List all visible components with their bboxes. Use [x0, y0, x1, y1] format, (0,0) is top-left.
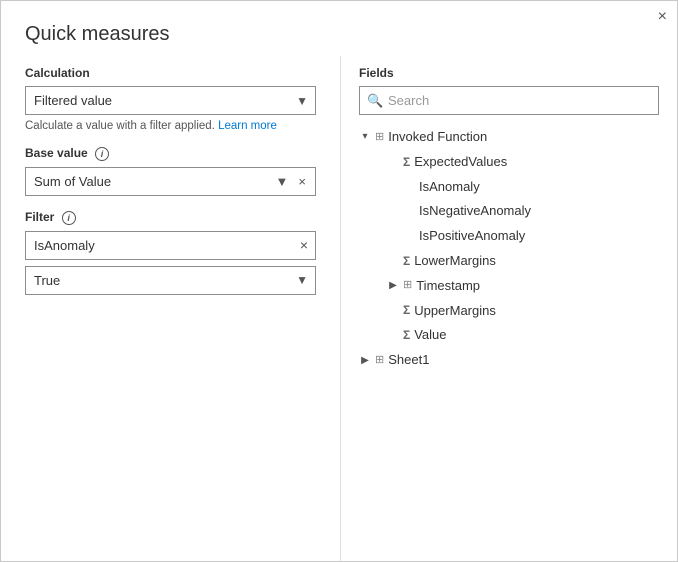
sheet1-label: Sheet1 — [388, 350, 429, 371]
filter-label: Filter i — [25, 210, 316, 225]
calculation-label: Calculation — [25, 66, 316, 80]
upper-margins-sigma-icon: Σ — [403, 301, 410, 320]
timestamp-label: Timestamp — [416, 276, 480, 297]
value-sigma-icon: Σ — [403, 326, 410, 345]
search-wrapper: 🔍 — [359, 86, 659, 115]
base-value-icons: ▼ × — [273, 173, 315, 190]
calculation-hint: Calculate a value with a filter applied.… — [25, 120, 316, 132]
tree-item-upper-margins[interactable]: Σ UpperMargins — [387, 299, 659, 324]
tree-item-sheet1[interactable]: ▶ ⊞ Sheet1 — [359, 348, 659, 373]
quick-measures-dialog: × Quick measures Calculation Filtered va… — [0, 0, 678, 562]
is-positive-anomaly-label: IsPositiveAnomaly — [419, 226, 525, 247]
close-button[interactable]: × — [658, 9, 667, 25]
dialog-body: Calculation Filtered valueAverage per ca… — [1, 56, 677, 561]
base-value-dropdown-button[interactable]: ▼ — [273, 173, 292, 190]
filter-field-wrapper: × — [25, 231, 316, 260]
tree-item-timestamp[interactable]: ▶ ⊞ Timestamp — [387, 274, 659, 299]
base-value-info-icon: i — [95, 147, 109, 161]
expected-values-sigma-icon: Σ — [403, 153, 410, 172]
lower-margins-sigma-icon: Σ — [403, 252, 410, 271]
lower-margins-label: LowerMargins — [414, 251, 496, 272]
invoked-function-table-icon: ⊞ — [375, 129, 384, 147]
value-label: Value — [414, 325, 446, 346]
calculation-dropdown-wrapper: Filtered valueAverage per categoryVarian… — [25, 86, 316, 115]
tree-item-value[interactable]: Σ Value — [387, 323, 659, 348]
dialog-title: Quick measures — [1, 1, 677, 56]
base-value-clear-button[interactable]: × — [295, 173, 309, 190]
invoked-function-children: Σ ExpectedValues IsAnomaly IsNegativeAno… — [359, 150, 659, 348]
right-panel: Fields 🔍 ▾ ⊞ Invoked Function Σ — [341, 56, 677, 561]
base-value-text: Sum of Value — [26, 168, 273, 195]
upper-margins-label: UpperMargins — [414, 301, 496, 322]
filter-value-dropdown-wrapper: TrueFalse ▼ — [25, 266, 316, 295]
tree-item-is-positive-anomaly[interactable]: IsPositiveAnomaly — [403, 224, 659, 249]
fields-label: Fields — [359, 66, 659, 80]
fields-tree: ▾ ⊞ Invoked Function Σ ExpectedValues — [359, 125, 659, 373]
base-value-label: Base value i — [25, 146, 316, 161]
expected-values-label: ExpectedValues — [414, 152, 507, 173]
tree-item-expected-values[interactable]: Σ ExpectedValues — [387, 150, 659, 175]
is-negative-anomaly-label: IsNegativeAnomaly — [419, 201, 531, 222]
tree-item-is-negative-anomaly[interactable]: IsNegativeAnomaly — [403, 199, 659, 224]
timestamp-expand-icon: ▶ — [387, 278, 399, 294]
filter-info-icon: i — [62, 211, 76, 225]
sheet1-expand-icon: ▶ — [359, 353, 371, 369]
learn-more-link[interactable]: Learn more — [218, 120, 277, 132]
invoked-function-expand-icon: ▾ — [359, 129, 371, 145]
left-panel: Calculation Filtered valueAverage per ca… — [1, 56, 341, 561]
tree-item-is-anomaly[interactable]: IsAnomaly — [403, 175, 659, 200]
search-input[interactable] — [359, 86, 659, 115]
invoked-function-label: Invoked Function — [388, 127, 487, 148]
filter-field-input[interactable] — [25, 231, 316, 260]
sheet1-table-icon: ⊞ — [375, 352, 384, 370]
filter-value-select[interactable]: TrueFalse — [25, 266, 316, 295]
timestamp-table-icon: ⊞ — [403, 277, 412, 295]
calculation-select[interactable]: Filtered valueAverage per categoryVarian… — [25, 86, 316, 115]
base-value-wrapper[interactable]: Sum of Value ▼ × — [25, 167, 316, 196]
filter-field-clear-button[interactable]: × — [300, 238, 308, 252]
is-anomaly-label: IsAnomaly — [419, 177, 480, 198]
tree-item-invoked-function[interactable]: ▾ ⊞ Invoked Function — [359, 125, 659, 150]
tree-item-lower-margins[interactable]: Σ LowerMargins — [387, 249, 659, 274]
